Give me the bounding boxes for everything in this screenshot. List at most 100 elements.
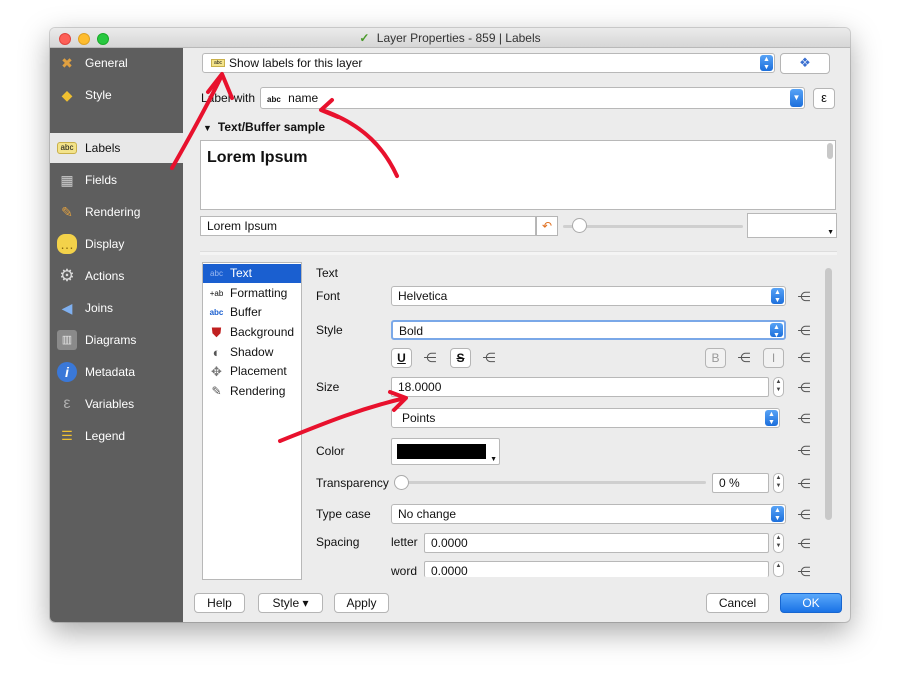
sidebar-item-label: Display [85,237,125,251]
sidebar-item-fields[interactable]: ▦ Fields [50,165,183,195]
tree-item-formatting[interactable]: +ab Formatting [203,284,301,303]
abc-buffer-icon: abc [209,308,224,317]
sample-section-title: Text/Buffer sample [217,120,326,134]
sidebar-item-diagrams[interactable]: ▥ Diagrams [50,325,183,355]
type-case-select[interactable]: No change ▲ ▼ [391,504,786,524]
sidebar-item-display[interactable]: … Display [50,229,183,259]
data-defined-override-icon[interactable]: ⋲ [794,349,814,367]
underline-button[interactable]: U [391,348,412,368]
tree-item-shadow[interactable]: ◐ Shadow [203,343,301,362]
sample-text-input[interactable]: Lorem Ipsum [200,216,536,236]
undo-icon: ↶ [541,219,553,233]
sidebar-item-style[interactable]: ◆ Style [50,80,183,110]
transparency-slider-handle[interactable] [394,475,409,490]
apply-button[interactable]: Apply [334,593,389,613]
gear-icon: ⚙ [59,266,75,285]
tree-item-rendering[interactable]: ✎ Rendering [203,382,301,401]
abc-label-icon: abc [57,142,77,154]
settings-scrollbar[interactable] [825,268,832,520]
chevron-updown-icon: ▲ ▼ [771,506,784,522]
transparency-value: 0 % [719,476,740,490]
bold-button[interactable]: B [705,348,726,368]
help-button[interactable]: Help [194,593,245,613]
style-select[interactable]: Bold ▲ ▼ [391,320,786,340]
data-defined-override-icon[interactable]: ⋲ [794,322,814,340]
size-unit-select[interactable]: Points ▲ ▼ [391,408,780,428]
size-input[interactable]: 18.0000 [391,377,769,397]
sidebar-item-label: Metadata [85,365,136,379]
letter-spacing-value: 0.0000 [431,536,468,550]
tree-item-buffer[interactable]: abc Buffer [203,303,301,322]
preview-scale-slider-handle[interactable] [572,218,587,233]
sidebar-item-actions[interactable]: ⚙ Actions [50,261,183,291]
size-label: Size [316,380,340,394]
sidebar-item-rendering[interactable]: ✎ Rendering [50,197,183,227]
data-defined-override-icon[interactable]: ⋲ [794,288,814,306]
data-defined-override-icon[interactable]: ⋲ [420,349,440,367]
tree-item-text[interactable]: abc Text [203,264,301,283]
type-case-value: No change [398,507,457,521]
word-spacing-input[interactable]: 0.0000 [424,561,769,577]
style-menu-button[interactable]: Style ▾ [258,593,323,613]
tree-item-label: Formatting [230,286,288,300]
strikethrough-button[interactable]: S [450,348,471,368]
data-defined-override-icon[interactable]: ⋲ [794,379,814,397]
data-defined-override-icon[interactable]: ⋲ [794,475,814,493]
transparency-input[interactable]: 0 % [712,473,769,493]
style-value: Bold [399,324,424,338]
sidebar-item-legend[interactable]: ☰ Legend [50,421,183,451]
letter-spacing-input[interactable]: 0.0000 [424,533,769,553]
sidebar-item-metadata[interactable]: i Metadata [50,357,183,387]
letter-spacing-spinner[interactable]: ▲ ▼ [773,533,784,553]
tree-item-background[interactable]: ⛊ Background [203,323,301,342]
minimize-window-button[interactable] [78,33,90,45]
sample-text-value: Lorem Ipsum [207,219,278,233]
rule-based-labels-button[interactable]: ❖ [780,53,830,74]
tree-item-label: Rendering [230,384,286,398]
ok-button[interactable]: OK [780,593,842,613]
size-spinner[interactable]: ▲ ▼ [773,377,784,397]
chevron-updown-icon: ▲ ▼ [770,323,783,338]
splitter-handle[interactable] [200,251,837,255]
label-mode-select[interactable]: abc Show labels for this layer ▲ ▼ [202,53,775,73]
chevron-down-icon: ▼ [490,456,497,463]
tree-item-label: Placement [230,364,287,378]
word-spacing-value: 0.0000 [431,564,468,577]
zoom-window-button[interactable] [97,33,109,45]
cancel-button-label: Cancel [718,596,757,610]
data-defined-override-icon[interactable]: ⋲ [794,563,814,581]
label-preview: Lorem Ipsum [200,140,836,210]
data-defined-override-icon[interactable]: ⋲ [794,506,814,524]
data-defined-override-icon[interactable]: ⋲ [479,349,499,367]
sidebar-item-joins[interactable]: ◀ Joins [50,293,183,323]
font-select[interactable]: Helvetica ▲ ▼ [391,286,786,306]
label-field-select[interactable]: abc name ▼ [260,87,805,109]
labels-rules-icon: ❖ [799,55,811,70]
sidebar-item-variables[interactable]: ε Variables [50,389,183,419]
preview-background-color-button[interactable]: ▼ [747,213,837,238]
color-button[interactable]: ▼ [391,438,500,465]
sample-section-header[interactable]: ▼ Text/Buffer sample [203,120,325,134]
tree-item-placement[interactable]: ✥ Placement [203,362,301,381]
sidebar-item-general[interactable]: ✖ General [50,48,183,78]
apply-button-label: Apply [346,596,377,610]
reset-sample-button[interactable]: ↶ [536,216,558,236]
chevron-updown-icon: ▲ ▼ [765,410,778,426]
tree-item-label: Buffer [230,305,262,319]
data-defined-override-icon[interactable]: ⋲ [734,349,754,367]
data-defined-override-icon[interactable]: ⋲ [794,410,814,428]
transparency-slider-track[interactable] [395,481,706,484]
sidebar-item-label: General [85,56,128,70]
expression-button[interactable]: ε [813,88,835,109]
close-window-button[interactable] [59,33,71,45]
word-spacing-spinner[interactable]: ▲ [773,561,784,577]
style-label: Style [316,323,343,337]
cancel-button[interactable]: Cancel [706,593,769,613]
italic-button[interactable]: I [763,348,784,368]
sidebar-item-labels[interactable]: abc Labels [50,133,183,163]
preview-scrollbar[interactable] [827,143,833,159]
data-defined-override-icon[interactable]: ⋲ [794,535,814,553]
data-defined-override-icon[interactable]: ⋲ [794,442,814,460]
transparency-spinner[interactable]: ▲ ▼ [773,473,784,493]
preview-scale-slider-track[interactable] [563,225,743,228]
